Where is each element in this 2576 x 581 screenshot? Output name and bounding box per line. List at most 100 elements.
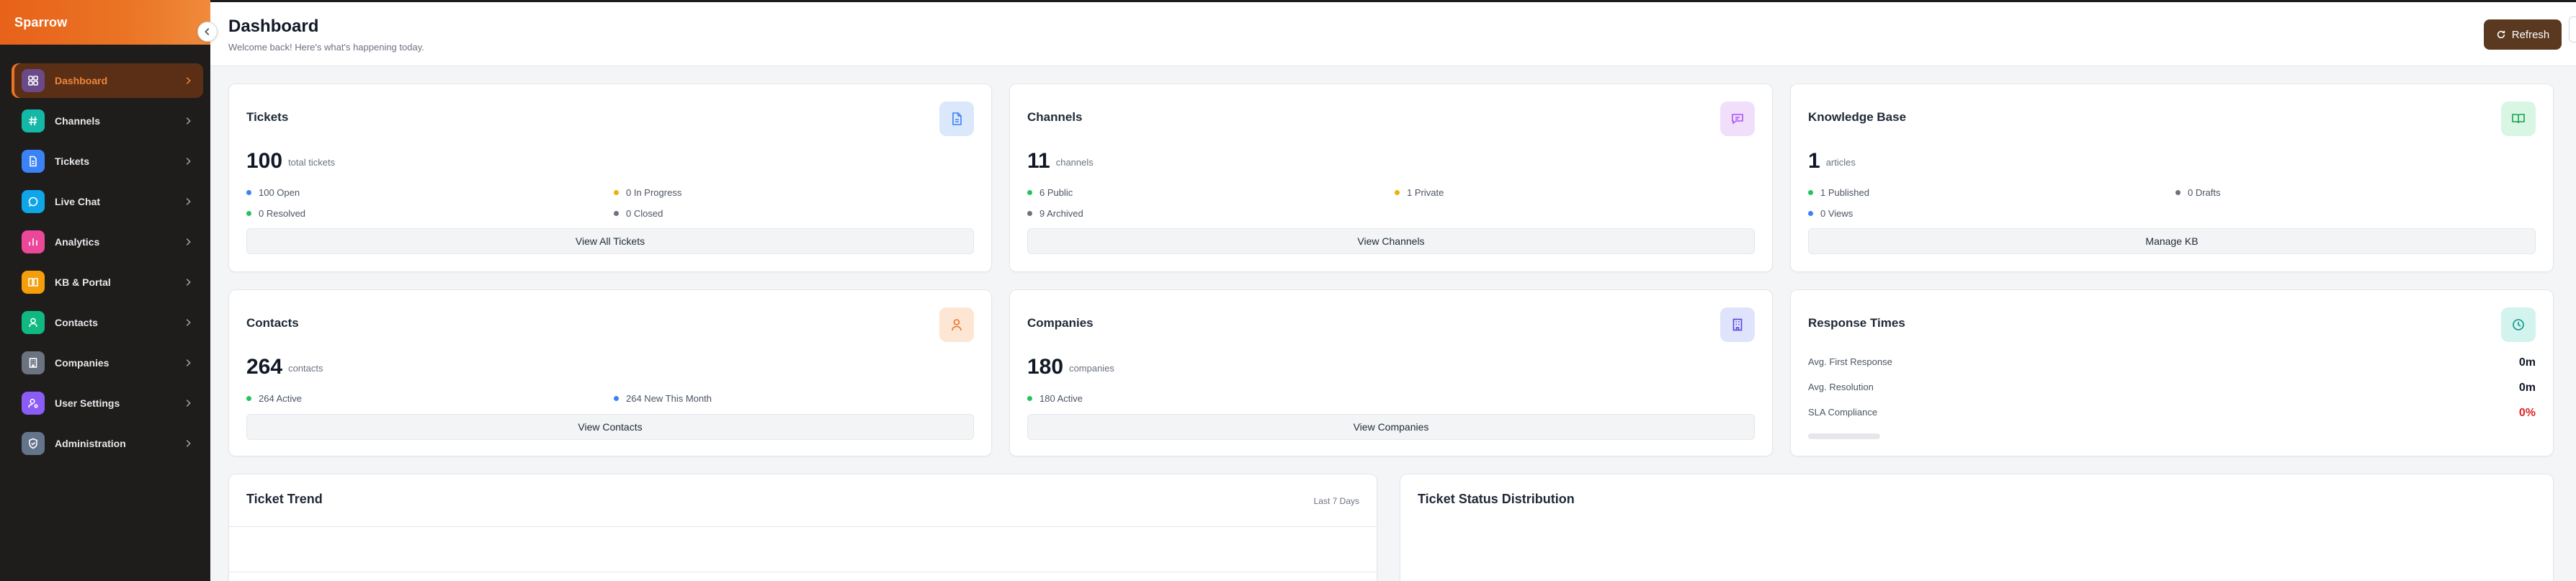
sidebar-collapse-button[interactable] (197, 22, 218, 42)
book-icon (22, 271, 45, 294)
user-cog-icon (22, 392, 45, 415)
view-channels-button[interactable]: View Channels (1027, 228, 1755, 254)
sidebar-item-label: Analytics (55, 236, 100, 248)
sidebar-item-analytics[interactable]: Analytics (12, 225, 203, 259)
chevron-right-icon (186, 279, 191, 286)
sidebar-item-label: Tickets (55, 156, 89, 167)
sidebar-item-label: Contacts (55, 317, 98, 328)
chart-icon (22, 230, 45, 253)
channels-card: Channels 11 channels 6 Public 1 Private 9… (1009, 84, 1773, 272)
sidebar-item-tickets[interactable]: Tickets (12, 144, 203, 179)
clock-icon (2501, 307, 2536, 342)
kb-count: 1 articles (1808, 149, 1856, 173)
panel-period-label: Last 7 Days (1313, 496, 1359, 506)
card-title: Knowledge Base (1808, 110, 1907, 124)
manage-kb-button[interactable]: Manage KB (1808, 228, 2536, 254)
sidebar-item-administration[interactable]: Administration (12, 426, 203, 461)
card-title: Tickets (246, 110, 289, 124)
grid-icon (22, 69, 45, 92)
stat-closed: 0 Closed (614, 208, 663, 219)
view-contacts-button[interactable]: View Contacts (246, 414, 974, 440)
card-title: Companies (1027, 316, 1094, 330)
person-icon (22, 311, 45, 334)
chart-gridline (229, 526, 1377, 527)
ticket-trend-panel: Ticket Trend Last 7 Days (228, 474, 1377, 581)
sidebar-item-contacts[interactable]: Contacts (12, 305, 203, 340)
main-content: Dashboard Welcome back! Here's what's ha… (210, 0, 2576, 581)
status-dot (1027, 396, 1032, 401)
tickets-count: 100 total tickets (246, 149, 336, 173)
response-row-first: Avg. First Response 0m (1808, 356, 2536, 369)
sidebar: Sparrow Dashboard Channels Tickets Live … (0, 0, 210, 581)
status-dot (246, 211, 251, 216)
view-all-tickets-button[interactable]: View All Tickets (246, 228, 974, 254)
refresh-button[interactable]: Refresh (2484, 19, 2562, 50)
status-dot (614, 396, 619, 401)
page-header: Dashboard Welcome back! Here's what's ha… (210, 0, 2576, 66)
panel-title: Ticket Status Distribution (1418, 492, 1575, 506)
stat-drafts: 0 Drafts (2175, 187, 2221, 198)
status-dot (246, 190, 251, 195)
status-dot (614, 190, 619, 195)
status-dot (2175, 190, 2181, 195)
stat-public: 6 Public (1027, 187, 1073, 198)
response-row-resolution: Avg. Resolution 0m (1808, 382, 2536, 394)
sidebar-item-label: User Settings (55, 397, 120, 409)
card-title: Response Times (1808, 316, 1905, 330)
sidebar-item-channels[interactable]: Channels (12, 104, 203, 138)
chevron-right-icon (186, 238, 191, 246)
sidebar-item-dashboard[interactable]: Dashboard (12, 63, 203, 98)
channels-count: 11 channels (1027, 149, 1094, 173)
kb-unit: articles (1825, 157, 1856, 168)
status-dot (246, 396, 251, 401)
contacts-card: Contacts 264 contacts 264 Active 264 New … (228, 289, 992, 456)
status-dot (1808, 211, 1813, 216)
refresh-icon (2497, 30, 2505, 39)
sidebar-item-companies[interactable]: Companies (12, 346, 203, 380)
sidebar-item-label: Companies (55, 357, 109, 369)
companies-count: 180 companies (1027, 355, 1114, 379)
brand-logo-text: Sparrow (14, 14, 68, 30)
stat-active: 180 Active (1027, 393, 1083, 404)
refresh-button-label: Refresh (2511, 28, 2550, 41)
channels-unit: channels (1055, 157, 1094, 168)
sidebar-item-label: Administration (55, 438, 126, 449)
tickets-unit: total tickets (288, 157, 336, 168)
chevron-right-icon (186, 117, 191, 125)
status-dot (1027, 190, 1032, 195)
ticket-status-panel: Ticket Status Distribution (1400, 474, 2554, 581)
building-icon (1720, 307, 1755, 342)
chevron-right-icon (186, 77, 191, 84)
message-icon (1720, 102, 1755, 136)
stat-resolved: 0 Resolved (246, 208, 305, 219)
stat-open: 100 Open (246, 187, 300, 198)
page-title: Dashboard (228, 17, 319, 36)
stat-private: 1 Private (1395, 187, 1444, 198)
sidebar-item-live-chat[interactable]: Live Chat (12, 184, 203, 219)
status-dot (614, 211, 619, 216)
card-title: Channels (1027, 110, 1083, 124)
contacts-count: 264 contacts (246, 355, 323, 379)
chevron-right-icon (186, 400, 191, 407)
sidebar-nav: Dashboard Channels Tickets Live Chat Ana… (0, 45, 210, 461)
edge-tab[interactable] (2569, 17, 2576, 42)
stat-active: 264 Active (246, 393, 302, 404)
panel-title: Ticket Trend (246, 492, 323, 506)
stat-archived: 9 Archived (1027, 208, 1083, 219)
person-icon (939, 307, 974, 342)
document-icon (22, 150, 45, 173)
sidebar-item-user-settings[interactable]: User Settings (12, 386, 203, 420)
response-row-sla: SLA Compliance 0% (1808, 407, 2536, 419)
companies-unit: companies (1069, 363, 1114, 374)
sidebar-item-label: Dashboard (55, 75, 108, 86)
sidebar-item-kb-portal[interactable]: KB & Portal (12, 265, 203, 299)
stat-new-this-month: 264 New This Month (614, 393, 712, 404)
status-dot (1808, 190, 1813, 195)
shield-icon (22, 432, 45, 455)
chevron-left-icon (205, 28, 210, 35)
card-title: Contacts (246, 316, 299, 330)
sla-progress-bar (1808, 433, 1880, 439)
view-companies-button[interactable]: View Companies (1027, 414, 1755, 440)
knowledge-base-card: Knowledge Base 1 articles 1 Published 0 D… (1790, 84, 2554, 272)
building-icon (22, 351, 45, 374)
